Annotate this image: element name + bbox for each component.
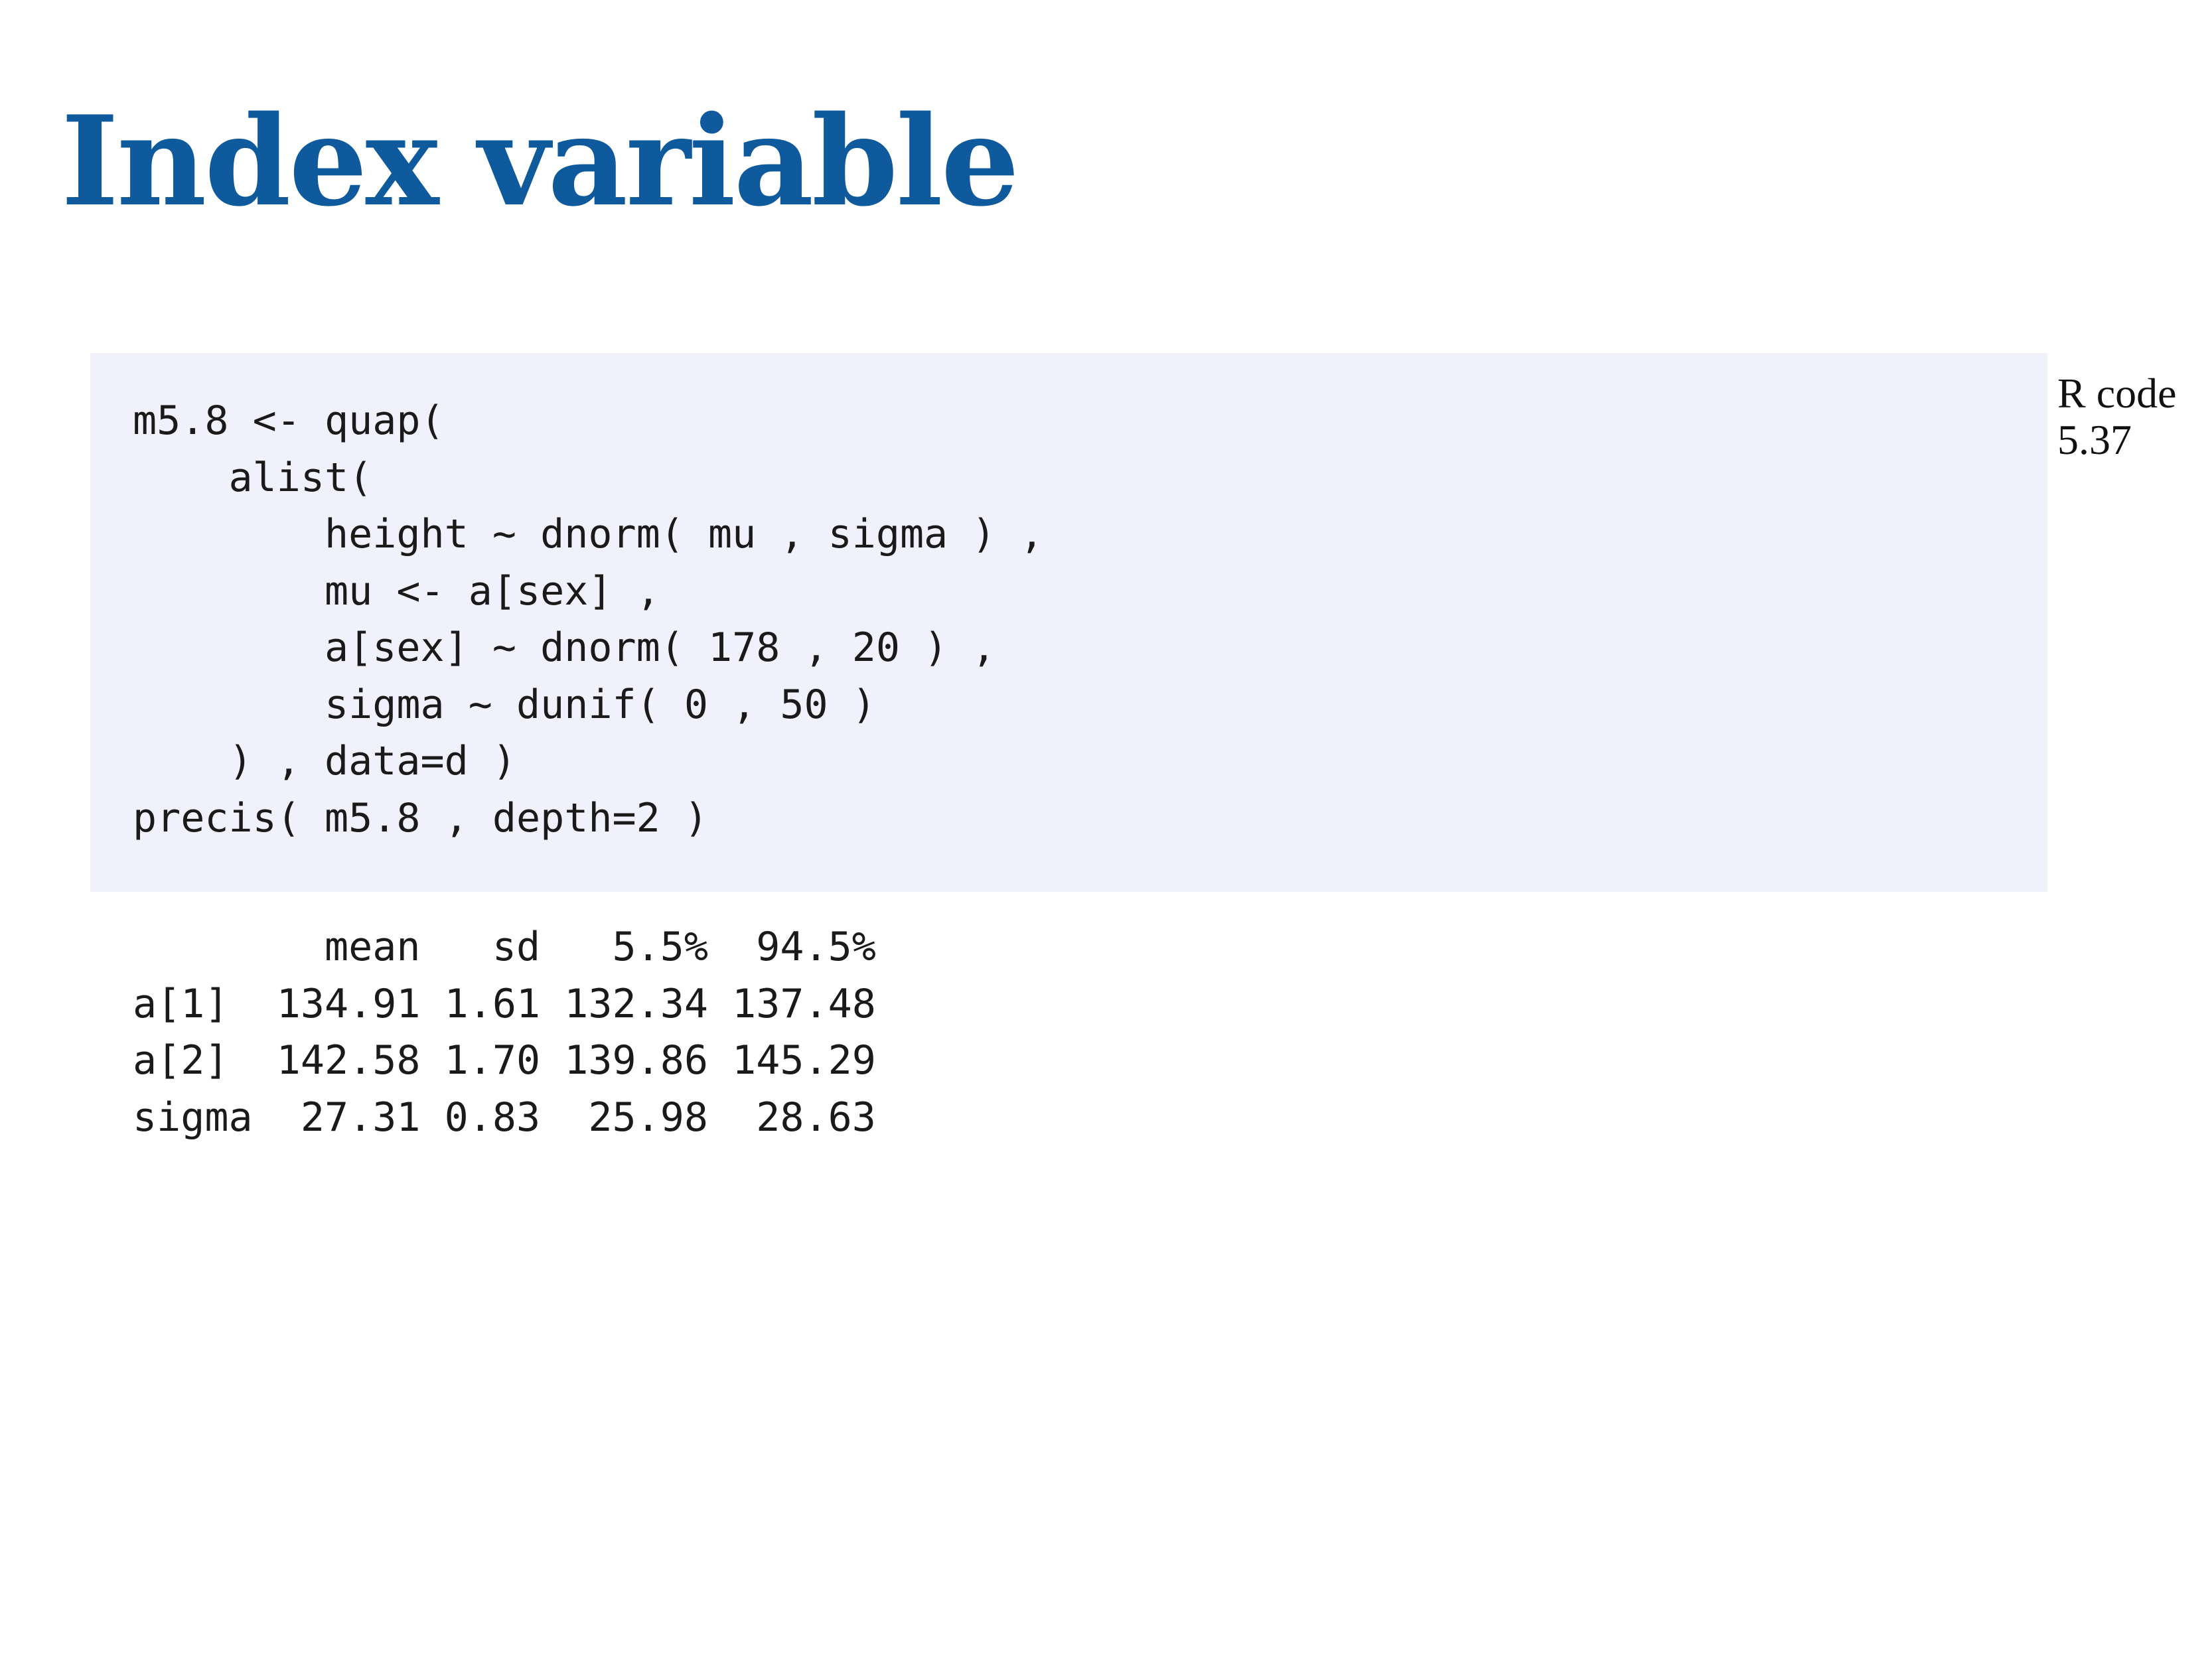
code-line: sigma ~ dunif( 0 , 50 ) [133, 681, 876, 728]
output-row: sigma 27.31 0.83 25.98 28.63 [133, 1094, 876, 1141]
code-listing-number: 5.37 [2057, 416, 2132, 463]
code-listing-label: R code 5.37 [2057, 370, 2177, 463]
output-row: a[2] 142.58 1.70 139.86 145.29 [133, 1037, 876, 1084]
output-header: mean sd 5.5% 94.5% [133, 924, 876, 970]
code-language-label: R code [2057, 370, 2177, 417]
code-line: mu <- a[sex] , [133, 567, 660, 614]
slide-title: Index variable [61, 88, 1019, 234]
slide: Index variable m5.8 <- quap( alist( heig… [0, 0, 2212, 1659]
code-line: ) , data=d ) [133, 738, 516, 784]
code-line: alist( [133, 454, 373, 501]
code-line: a[sex] ~ dnorm( 178 , 20 ) , [133, 624, 996, 671]
code-line: m5.8 <- quap( [133, 397, 445, 444]
code-line: precis( m5.8 , depth=2 ) [133, 794, 708, 841]
code-line: height ~ dnorm( mu , sigma ) , [133, 511, 1044, 557]
output-row: a[1] 134.91 1.61 132.34 137.48 [133, 980, 876, 1027]
console-output: mean sd 5.5% 94.5% a[1] 134.91 1.61 132.… [133, 919, 876, 1146]
code-block: m5.8 <- quap( alist( height ~ dnorm( mu … [133, 393, 1044, 847]
